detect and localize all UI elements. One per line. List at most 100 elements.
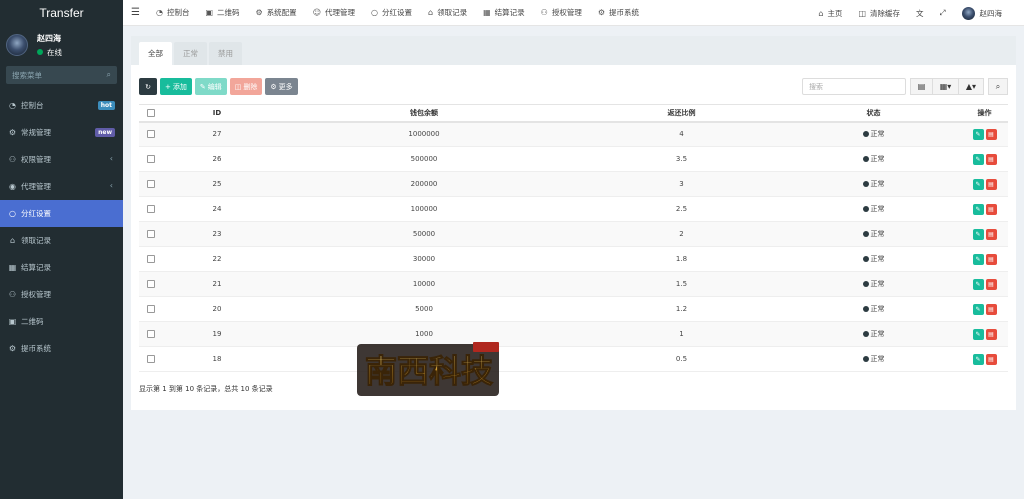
sidebar-item-2[interactable]: ⚇ 权限管理 ‹: [0, 146, 123, 173]
tab-normal[interactable]: 正常: [174, 42, 207, 65]
cell-actions: ✎ ▤: [961, 346, 1008, 372]
col-id[interactable]: ID: [163, 104, 271, 123]
sidebar-item-5[interactable]: ⌂ 领取记录: [0, 227, 123, 254]
row-edit-button[interactable]: ✎: [972, 153, 984, 165]
table-row[interactable]: 21 10000 1.5 正常 ✎ ▤: [139, 271, 1008, 297]
row-checkbox[interactable]: [147, 330, 155, 338]
row-delete-button[interactable]: ▤: [985, 278, 997, 290]
row-delete-button[interactable]: ▤: [985, 153, 997, 165]
menu-toggle-icon[interactable]: ☰: [123, 0, 148, 26]
table-row[interactable]: 27 1000000 4 正常 ✎ ▤: [139, 121, 1008, 147]
add-button[interactable]: + 添加: [160, 78, 192, 95]
sidebar-item-0[interactable]: ◔ 控制台 hot: [0, 92, 123, 119]
nav-item-3[interactable]: ☺ 代理管理: [305, 0, 363, 26]
row-select-cell: [139, 246, 163, 272]
row-checkbox[interactable]: [147, 155, 155, 163]
row-checkbox[interactable]: [147, 280, 155, 288]
sidebar-item-4[interactable]: ○ 分红设置: [0, 200, 123, 227]
toggle-view-button[interactable]: ▤: [910, 78, 932, 95]
row-edit-button[interactable]: ✎: [972, 278, 984, 290]
row-delete-button[interactable]: ▤: [985, 203, 997, 215]
row-edit-button[interactable]: ✎: [972, 228, 984, 240]
row-select-cell: [139, 196, 163, 222]
nav-item-7[interactable]: ⚇ 授权管理: [533, 0, 590, 26]
table-row[interactable]: 22 30000 1.8 正常 ✎ ▤: [139, 246, 1008, 272]
row-edit-button[interactable]: ✎: [972, 353, 984, 365]
nav-item-label: 提币系统: [609, 8, 639, 17]
nav-clear-cache[interactable]: ◫ 清除缓存: [850, 0, 908, 26]
tab-all[interactable]: 全部: [139, 42, 172, 65]
sidebar-item-3[interactable]: ◉ 代理管理 ‹: [0, 173, 123, 200]
col-ratio[interactable]: 返还比例: [577, 104, 786, 123]
table-row[interactable]: 24 100000 2.5 正常 ✎ ▤: [139, 196, 1008, 222]
row-delete-button[interactable]: ▤: [985, 328, 997, 340]
fullscreen-icon[interactable]: ⤢: [932, 0, 954, 26]
nav-item-4[interactable]: ○ 分红设置: [363, 0, 420, 26]
row-delete-button[interactable]: ▤: [985, 253, 997, 265]
status-text: 正常: [870, 230, 885, 238]
table-row[interactable]: 26 500000 3.5 正常 ✎ ▤: [139, 146, 1008, 172]
sidebar-item-8[interactable]: ▣ 二维码: [0, 308, 123, 335]
edit-button[interactable]: ✎ 编辑: [194, 78, 227, 95]
sidebar-item-7[interactable]: ⚇ 授权管理: [0, 281, 123, 308]
sidebar-item-6[interactable]: ▦ 结算记录: [0, 254, 123, 281]
status-text: 正常: [870, 330, 885, 338]
bank-icon: ⌂: [428, 8, 434, 17]
row-delete-button[interactable]: ▤: [985, 178, 997, 190]
sidebar-item-label: 代理管理: [21, 182, 51, 191]
row-checkbox[interactable]: [147, 230, 155, 238]
nav-item-6[interactable]: ▦ 结算记录: [475, 0, 533, 26]
row-edit-button[interactable]: ✎: [972, 303, 984, 315]
row-checkbox[interactable]: [147, 180, 155, 188]
row-delete-button[interactable]: ▤: [985, 303, 997, 315]
row-delete-button[interactable]: ▤: [985, 228, 997, 240]
export-button[interactable]: ▲▾: [958, 78, 984, 95]
gear-icon: ⚙: [597, 8, 605, 17]
columns-button[interactable]: ▦▾: [932, 78, 958, 95]
table-row[interactable]: 19 1000 1 正常 ✎ ▤: [139, 321, 1008, 347]
row-checkbox[interactable]: [147, 355, 155, 363]
table-row[interactable]: 25 200000 3 正常 ✎ ▤: [139, 171, 1008, 197]
row-edit-button[interactable]: ✎: [972, 203, 984, 215]
table-row[interactable]: 20 5000 1.2 正常 ✎ ▤: [139, 296, 1008, 322]
row-edit-button[interactable]: ✎: [972, 328, 984, 340]
sidebar-item-9[interactable]: ⚙ 提币系统: [0, 335, 123, 362]
col-status[interactable]: 状态: [786, 104, 961, 123]
nav-item-8[interactable]: ⚙ 提币系统: [590, 0, 647, 26]
sidebar-item-1[interactable]: ⚙ 常规管理 new: [0, 119, 123, 146]
search-icon[interactable]: ⌕: [107, 70, 111, 80]
advanced-search-button[interactable]: ⌕: [988, 78, 1008, 95]
nav-item-1[interactable]: ▣ 二维码: [197, 0, 247, 26]
delete-button[interactable]: ◫ 删除: [229, 78, 263, 95]
columns-icon: ▦▾: [939, 82, 952, 91]
gear-icon: ⚙: [8, 344, 17, 353]
brand-logo[interactable]: Transfer: [0, 0, 123, 26]
nav-item-5[interactable]: ⌂ 领取记录: [420, 0, 475, 26]
table-row[interactable]: 18 0.5 正常 ✎ ▤: [139, 346, 1008, 372]
row-checkbox[interactable]: [147, 255, 155, 263]
row-edit-button[interactable]: ✎: [972, 128, 984, 140]
row-select-cell: [139, 121, 163, 147]
col-balance[interactable]: 钱包余额: [271, 104, 577, 123]
sidebar-search-input[interactable]: 搜索菜单 ⌕: [6, 66, 117, 84]
more-button[interactable]: ⚙ 更多: [265, 78, 298, 95]
row-edit-button[interactable]: ✎: [972, 178, 984, 190]
select-all-checkbox[interactable]: [147, 108, 155, 117]
trash-icon: ◫: [234, 82, 242, 91]
row-checkbox[interactable]: [147, 205, 155, 213]
row-edit-button[interactable]: ✎: [972, 253, 984, 265]
row-checkbox[interactable]: [147, 305, 155, 313]
row-delete-button[interactable]: ▤: [985, 353, 997, 365]
row-checkbox[interactable]: [147, 130, 155, 139]
table-search-input[interactable]: 搜索: [802, 78, 906, 95]
table-row[interactable]: 23 50000 2 正常 ✎ ▤: [139, 221, 1008, 247]
refresh-button[interactable]: ↻: [139, 78, 157, 95]
row-delete-button[interactable]: ▤: [985, 128, 997, 140]
nav-item-2[interactable]: ⚙ 系统配置: [248, 0, 305, 26]
nav-item-0[interactable]: ◔ 控制台: [148, 0, 197, 26]
translate-icon[interactable]: 文: [908, 0, 932, 26]
tab-disabled[interactable]: 禁用: [209, 42, 242, 65]
cell-id: 22: [163, 246, 271, 272]
nav-home[interactable]: ⌂ 主页: [810, 0, 850, 26]
nav-user[interactable]: 赵四海: [954, 0, 1024, 26]
